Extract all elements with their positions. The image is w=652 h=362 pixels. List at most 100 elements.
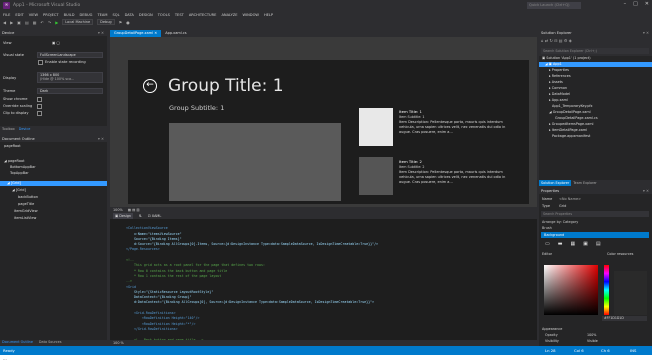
menu-debug[interactable]: DEBUG: [80, 13, 93, 17]
redo-icon[interactable]: ↷: [48, 20, 51, 25]
theme-select[interactable]: Dark: [37, 88, 103, 94]
solution-close-icon[interactable]: ▾ ✕: [643, 30, 649, 36]
solution-item[interactable]: ▣ Solution 'App1' (1 project): [539, 56, 652, 61]
hex-color-input[interactable]: #FF1D1D1D: [602, 316, 647, 321]
menu-help[interactable]: HELP: [264, 13, 273, 17]
sync-icon[interactable]: ⇄: [545, 38, 548, 43]
xaml-editor[interactable]: <CollectionViewSource x:Name="itemsViewS…: [110, 219, 537, 346]
tab-team-explorer[interactable]: Team Explorer: [571, 180, 599, 186]
undo-icon[interactable]: ↶: [41, 20, 44, 25]
show-all-icon[interactable]: ▤: [559, 38, 563, 43]
solution-item-selected[interactable]: ◢ ▣ App1: [539, 62, 652, 67]
solution-item[interactable]: Package.appxmanifest: [539, 134, 652, 139]
collapse-icon[interactable]: ⊟: [554, 38, 557, 43]
outline-item-selected[interactable]: ◢ [Grid]: [0, 181, 107, 186]
refresh-icon[interactable]: ↻: [549, 38, 552, 43]
forward-icon[interactable]: ▶: [10, 20, 13, 25]
menu-file[interactable]: FILE: [3, 13, 10, 17]
display-select[interactable]: 1366 x 800 (Hide @ 100% sca...: [37, 72, 103, 83]
brush-type-icons[interactable]: ▭▬▦▣▤: [545, 241, 609, 247]
tab-device[interactable]: Device: [17, 126, 33, 132]
solution-item[interactable]: ◢ GroupDetailPage.xaml: [539, 110, 652, 115]
menu-design[interactable]: DESIGN: [139, 13, 153, 17]
background-property[interactable]: Background: [541, 232, 649, 238]
preview-icon[interactable]: ◈: [569, 38, 572, 43]
name-value[interactable]: <No Name>: [559, 197, 581, 201]
outline-item[interactable]: TopAppBar: [0, 171, 107, 176]
menu-data[interactable]: DATA: [125, 13, 134, 17]
solution-item[interactable]: ▸ References: [539, 74, 652, 79]
solution-item[interactable]: ▸ Properties: [539, 68, 652, 73]
menu-edit[interactable]: EDIT: [15, 13, 23, 17]
configuration-select[interactable]: Debug: [97, 19, 115, 25]
xaml-zoom-level[interactable]: 100 %: [113, 341, 124, 345]
menu-project[interactable]: PROJECT: [43, 13, 59, 17]
item-title: Item Title: 2: [399, 159, 422, 164]
properties-search-input[interactable]: Search Properties: [541, 211, 649, 217]
color-picker-canvas[interactable]: [544, 265, 598, 315]
quick-launch-input[interactable]: Quick Launch (Ctrl+Q): [527, 2, 581, 9]
solution-item[interactable]: ▸ ItemDetailPage.xaml: [539, 128, 652, 133]
outline-item[interactable]: pageTitle: [0, 202, 107, 207]
clip-to-display-checkbox[interactable]: [37, 111, 42, 116]
tab-solution-explorer[interactable]: Solution Explorer: [539, 180, 572, 186]
solution-item[interactable]: ▸ App.xaml: [539, 98, 652, 103]
outline-item[interactable]: ◢ pageRoot: [0, 159, 107, 164]
debug-target-select[interactable]: Local Machine: [62, 19, 94, 25]
override-scaling-checkbox[interactable]: [37, 104, 42, 109]
open-icon[interactable]: ▤: [25, 20, 29, 25]
run-icon[interactable]: ▶: [55, 20, 58, 25]
outline-item[interactable]: ◢ [Grid]: [0, 188, 107, 193]
solution-item[interactable]: App1_TemporaryKey.pfx: [539, 104, 652, 109]
arrange-by-select[interactable]: Arrange by: Category: [542, 220, 578, 224]
home-icon[interactable]: ⌂: [541, 38, 544, 43]
show-chrome-checkbox[interactable]: [37, 97, 42, 102]
outline-item[interactable]: BottomAppBar: [0, 165, 107, 170]
solution-search-input[interactable]: Search Solution Explorer (Ctrl+;): [541, 48, 649, 54]
menu-architecture[interactable]: ARCHITECTURE: [189, 13, 217, 17]
menu-window[interactable]: WINDOW: [243, 13, 259, 17]
menu-build[interactable]: BUILD: [64, 13, 75, 17]
solution-item[interactable]: ▸ DataModel: [539, 92, 652, 97]
solution-item[interactable]: ▸ Assets: [539, 80, 652, 85]
save-icon[interactable]: ▦: [33, 20, 37, 25]
visual-state-select[interactable]: FullScreenLandscape: [37, 52, 103, 58]
menu-team[interactable]: TEAM: [97, 13, 107, 17]
menu-analyze[interactable]: ANALYZE: [221, 13, 237, 17]
menu-test[interactable]: TEST: [175, 13, 184, 17]
visibility-value[interactable]: Visible: [587, 339, 598, 343]
minimize-icon[interactable]: –: [624, 1, 627, 7]
tab-groupdetailpage-xaml[interactable]: GroupDetailPage.xaml ✕: [110, 30, 162, 37]
view-toggle-icon[interactable]: ▣ ▢: [52, 41, 60, 45]
maximize-icon[interactable]: □: [633, 1, 638, 7]
outline-item[interactable]: pageRoot: [0, 144, 107, 149]
attach-icon[interactable]: ⚑: [119, 20, 123, 25]
brush-section[interactable]: Brush: [542, 226, 552, 230]
back-icon[interactable]: ◀: [3, 20, 6, 25]
color-resources-list[interactable]: [614, 271, 647, 315]
solution-item[interactable]: ▸ Common: [539, 86, 652, 91]
enable-state-recording-checkbox[interactable]: [38, 60, 43, 65]
outline-item[interactable]: itemGridView: [0, 209, 107, 214]
grid-toggle-icon[interactable]: ▦ ▤ ▥: [128, 208, 140, 212]
tab-app-xaml-cs[interactable]: App.xaml.cs: [161, 30, 190, 37]
solution-item[interactable]: ▸ GroupedItemsPage.xaml: [539, 122, 652, 127]
close-icon[interactable]: ✕: [645, 1, 649, 7]
menu-sql[interactable]: SQL: [112, 13, 119, 17]
appearance-section[interactable]: Appearance: [542, 327, 562, 331]
solution-item[interactable]: GroupDetailPage.xaml.cs: [539, 116, 652, 121]
tab-toolbox[interactable]: Toolbox: [0, 126, 17, 132]
menu-view[interactable]: VIEW: [29, 13, 38, 17]
back-button[interactable]: ←: [143, 79, 157, 93]
enable-state-recording-label: Enable state recording: [45, 60, 86, 64]
new-project-icon[interactable]: ▣: [17, 20, 21, 25]
zoom-level[interactable]: 100%: [113, 208, 123, 212]
outline-item[interactable]: itemListView: [0, 216, 107, 221]
breakpoint-icon[interactable]: ●: [126, 20, 130, 25]
opacity-value[interactable]: 100%: [587, 333, 596, 337]
color-resources-label[interactable]: Color resources: [607, 252, 633, 256]
hue-slider[interactable]: [604, 265, 609, 315]
properties-icon[interactable]: ⚙: [564, 38, 568, 43]
menu-tools[interactable]: TOOLS: [158, 13, 170, 17]
outline-item[interactable]: backButton: [0, 195, 107, 200]
